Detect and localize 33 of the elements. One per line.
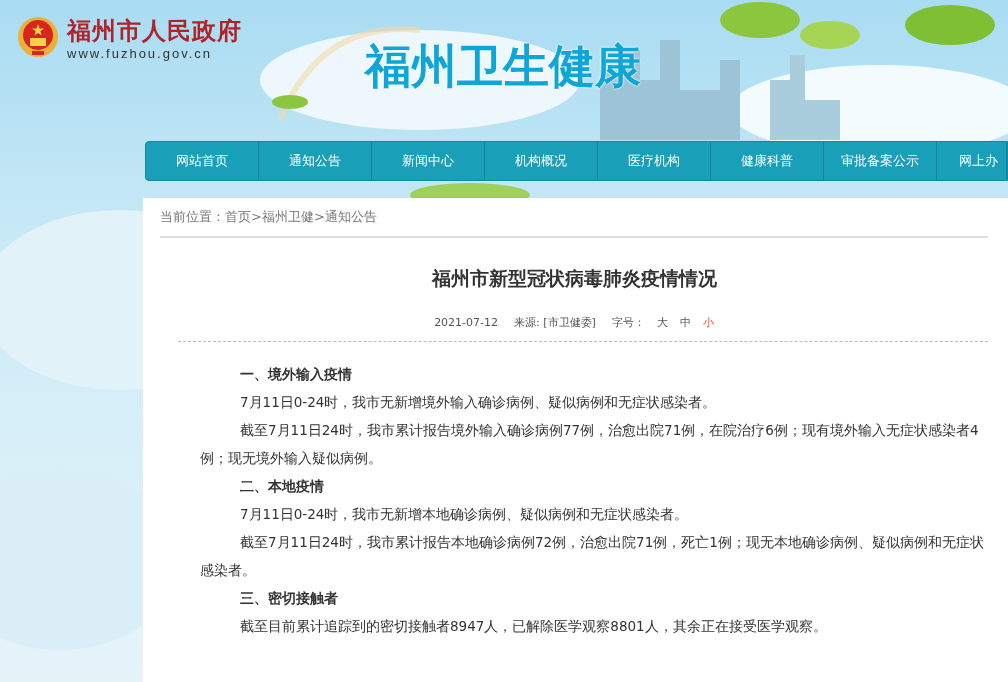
article-paragraph: 7月11日0-24时，我市无新增境外输入确诊病例、疑似病例和无症状感染者。 — [239, 393, 718, 412]
section-heading: 三、密切接触者 — [239, 589, 339, 608]
article-paragraph: 截至目前累计追踪到的密切接触者8947人，已解除医学观察8801人，其余正在接受医学观察。 — [239, 617, 828, 636]
nav-link[interactable]: 审批备案公示 — [824, 142, 937, 180]
nav-link[interactable]: 新闻中心 — [372, 142, 485, 180]
nav-link[interactable]: 通知公告 — [259, 142, 372, 180]
breadcrumb-link[interactable]: 首页 — [225, 207, 251, 227]
publish-date: 2021-07-12 — [434, 314, 499, 331]
section-heading: 二、本地疫情 — [239, 477, 325, 496]
nav-link[interactable]: 网站首页 — [146, 142, 259, 180]
section-heading: 一、境外输入疫情 — [239, 365, 353, 384]
government-url: www.fuzhou.gov.cn — [67, 46, 214, 62]
site-title: 福州卫生健康 — [365, 39, 641, 93]
article-source: 来源: [市卫健委] — [514, 314, 596, 331]
nav-link[interactable]: 医疗机构 — [598, 142, 711, 180]
font-size-option[interactable]: 中 — [679, 314, 691, 331]
nav-link[interactable]: 网上办 — [937, 142, 1007, 180]
breadcrumb-separator: > — [313, 208, 325, 227]
article-paragraph: 截至7月11日24时，我市累计报告境外输入确诊病例77例，治愈出院71例，在院治疗6例；现有境外输入无症状感染者4例；现无境外输入疑似病例。 — [200, 421, 980, 468]
emblem-icon — [17, 16, 59, 58]
breadcrumb-link[interactable]: 福州卫健 — [261, 207, 314, 227]
font-size-option[interactable]: 大 — [656, 314, 668, 331]
font-size-label: 字号： — [611, 314, 645, 331]
article-paragraph: 7月11日0-24时，我市无新增本地确诊病例、疑似病例和无症状感染者。 — [239, 505, 690, 524]
breadcrumb-link[interactable]: 通知公告 — [324, 207, 377, 227]
article-title: 福州市新型冠状病毒肺炎疫情情况 — [431, 266, 717, 291]
article-paragraph: 截至7月11日24时，我市累计报告本地确诊病例72例，治愈出院71例，死亡1例；现无本地确诊病例、疑似病例和无症状感染者。 — [200, 533, 985, 580]
nav-link[interactable]: 健康科普 — [711, 142, 824, 180]
breadcrumb-separator: > — [251, 208, 262, 227]
breadcrumb-label: 当前位置： — [160, 208, 225, 227]
font-size-option[interactable]: 小 — [702, 314, 714, 331]
nav-link[interactable]: 机构概况 — [485, 142, 598, 180]
government-name: 福州市人民政府 — [67, 16, 242, 46]
